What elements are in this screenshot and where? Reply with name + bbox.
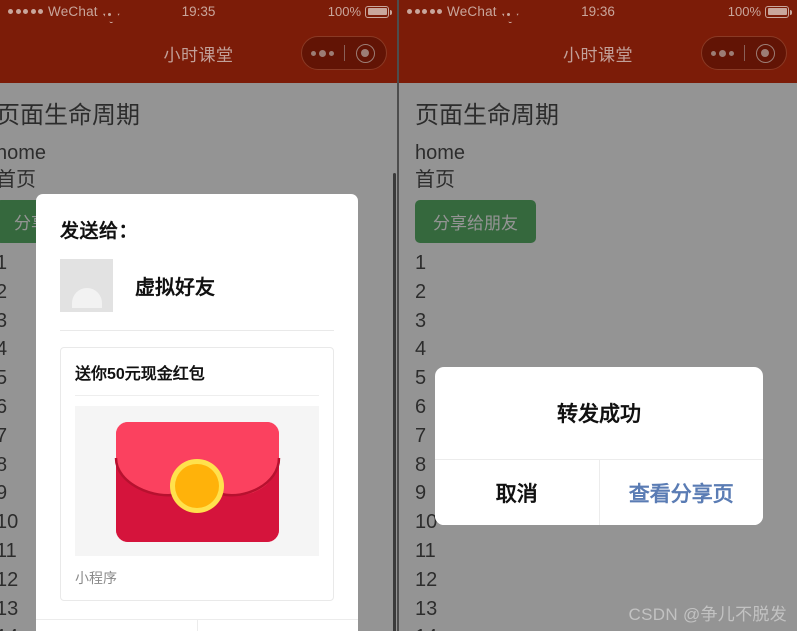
recipient-row[interactable]: 虚拟好友	[60, 259, 334, 312]
send-button[interactable]: 发送	[196, 620, 358, 631]
modal-dim-overlay-right[interactable]	[399, 83, 797, 631]
target-circle-icon	[755, 43, 775, 63]
page-title-navbar: 小时课堂	[563, 45, 633, 65]
nav-bar-left: 小时课堂	[0, 23, 397, 83]
status-bar-left: WeChat 19:35 100%	[0, 0, 397, 23]
close-miniprogram-button[interactable]	[345, 43, 387, 63]
forward-success-dialog: 转发成功 取消 查看分享页	[435, 367, 763, 525]
wechat-capsule-button-right[interactable]	[701, 36, 787, 70]
card-divider	[75, 395, 319, 396]
forward-dialog-actions: 取消 查看分享页	[435, 459, 763, 525]
status-bar-right: WeChat 19:36 100%	[399, 0, 797, 23]
more-dots-icon	[311, 49, 335, 57]
share-card-image	[75, 406, 319, 556]
status-bar-battery-group: 100%	[727, 4, 792, 19]
page-content-left: 页面生命周期 home 首页 分享给朋友 1 2 3 4 5 6 7 8 9 1…	[0, 83, 397, 631]
battery-percent-label: 100%	[327, 4, 361, 19]
battery-full-icon	[365, 5, 392, 18]
send-dialog-actions: 取消 发送	[36, 619, 358, 631]
battery-full-icon	[765, 5, 792, 18]
cancel-button[interactable]: 取消	[435, 460, 599, 525]
cancel-button[interactable]: 取消	[36, 620, 197, 631]
page-title-navbar: 小时课堂	[163, 45, 234, 65]
recipient-name: 虚拟好友	[135, 277, 215, 299]
view-share-page-button[interactable]: 查看分享页	[598, 460, 763, 525]
share-card-caption: 小程序	[75, 570, 117, 586]
red-envelope-icon	[114, 421, 280, 542]
share-preview-card[interactable]: 送你50元现金红包 小程序	[60, 347, 334, 601]
vertical-scrollbar[interactable]	[393, 173, 396, 631]
send-dialog-body: 发送给： 虚拟好友 送你50元现金红包 小程序	[36, 194, 358, 619]
battery-percent-label: 100%	[727, 4, 761, 19]
wechat-capsule-button-left[interactable]	[301, 36, 387, 70]
more-menu-button[interactable]	[302, 49, 344, 57]
status-bar-battery-group: 100%	[327, 4, 392, 19]
page-content-right: 页面生命周期 home 首页 分享给朋友 1 2 3 4 5 6 7 8 9 1…	[399, 83, 797, 631]
send-to-friend-dialog: 发送给： 虚拟好友 送你50元现金红包 小程序	[36, 194, 358, 631]
share-card-title: 送你50元现金红包	[75, 366, 205, 383]
phone-screen-right: WeChat 19:36 100% 小时课堂 页面生命周期	[397, 0, 797, 631]
send-to-heading: 发送给：	[60, 221, 139, 242]
dual-screenshot-stage: WeChat 19:35 100% 小时课堂 页面生命周期	[0, 0, 797, 631]
more-dots-icon	[711, 49, 735, 57]
more-menu-button[interactable]	[702, 49, 744, 57]
nav-bar-right: 小时课堂	[399, 23, 797, 83]
target-circle-icon	[355, 43, 375, 63]
watermark: CSDN @争儿不脱发	[628, 605, 787, 624]
person-placeholder-icon	[60, 259, 113, 312]
forward-success-title: 转发成功	[557, 403, 641, 426]
close-miniprogram-button[interactable]	[745, 43, 787, 63]
divider	[60, 330, 334, 331]
phone-screen-left: WeChat 19:35 100% 小时课堂 页面生命周期	[0, 0, 397, 631]
